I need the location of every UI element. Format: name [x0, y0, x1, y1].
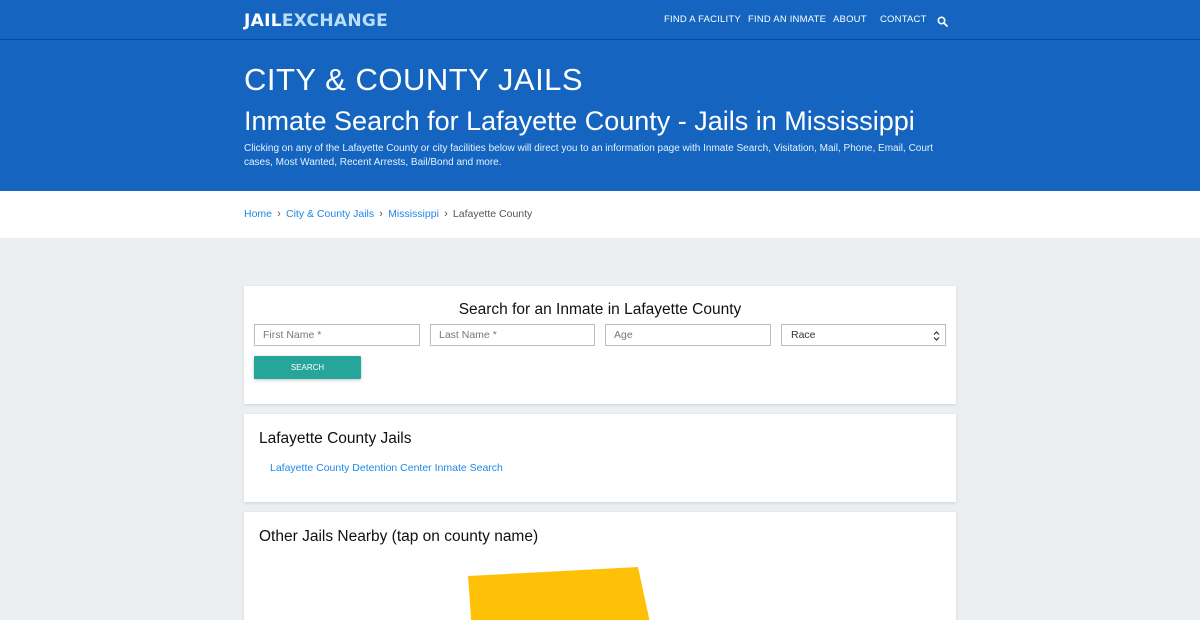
search-button[interactable]: SEARCH [254, 356, 361, 379]
breadcrumb-home[interactable]: Home [244, 208, 272, 220]
chevron-right-icon: › [444, 208, 448, 220]
logo-text-jail: JAIL [244, 11, 282, 31]
breadcrumb-bar: Home › City & County Jails › Mississippi… [0, 191, 1200, 238]
breadcrumb-current: Lafayette County [452, 208, 533, 220]
search-icon[interactable] [937, 14, 948, 27]
hero-banner: CITY & COUNTY JAILS Inmate Search for La… [0, 40, 1200, 191]
inmate-search-card: Search for an Inmate in Lafayette County… [244, 286, 956, 404]
county-shape-lafayette [468, 567, 650, 620]
nav-find-inmate[interactable]: FIND AN INMATE [748, 14, 826, 25]
breadcrumb-mississippi[interactable]: Mississippi [388, 208, 439, 220]
race-select[interactable]: Race [781, 324, 946, 346]
search-card-title: Search for an Inmate in Lafayette County [458, 301, 742, 318]
nav-find-facility[interactable]: FIND A FACILITY [664, 14, 741, 25]
hero-kicker: CITY & COUNTY JAILS [244, 62, 584, 97]
site-logo[interactable]: JAILEXCHANGE [244, 11, 388, 31]
page-title: Inmate Search for Lafayette County - Jai… [244, 106, 915, 136]
nav-about[interactable]: ABOUT [833, 14, 867, 25]
top-navbar: JAILEXCHANGE FIND A FACILITY FIND AN INM… [0, 0, 1200, 40]
breadcrumb-city-county-jails[interactable]: City & County Jails [286, 208, 374, 220]
chevron-right-icon: › [379, 208, 383, 220]
county-jails-card: Lafayette County Jails Lafayette County … [244, 414, 956, 502]
detention-center-link[interactable]: Lafayette County Detention Center Inmate… [270, 462, 503, 474]
hero-description: Clicking on any of the Lafayette County … [244, 143, 934, 168]
nav-contact[interactable]: CONTACT [880, 14, 927, 25]
age-input[interactable] [605, 324, 771, 346]
first-name-input[interactable] [254, 324, 420, 346]
nearby-jails-card: Other Jails Nearby (tap on county name) [244, 512, 956, 620]
chevron-down-icon [933, 330, 940, 344]
chevron-right-icon: › [277, 208, 281, 220]
last-name-input[interactable] [430, 324, 595, 346]
nearby-jails-heading: Other Jails Nearby (tap on county name) [259, 528, 539, 545]
county-jails-heading: Lafayette County Jails [259, 430, 412, 447]
race-select-value: Race [791, 329, 816, 341]
breadcrumb: Home › City & County Jails › Mississippi… [244, 208, 532, 220]
logo-text-exchange: EXCHANGE [281, 11, 389, 31]
